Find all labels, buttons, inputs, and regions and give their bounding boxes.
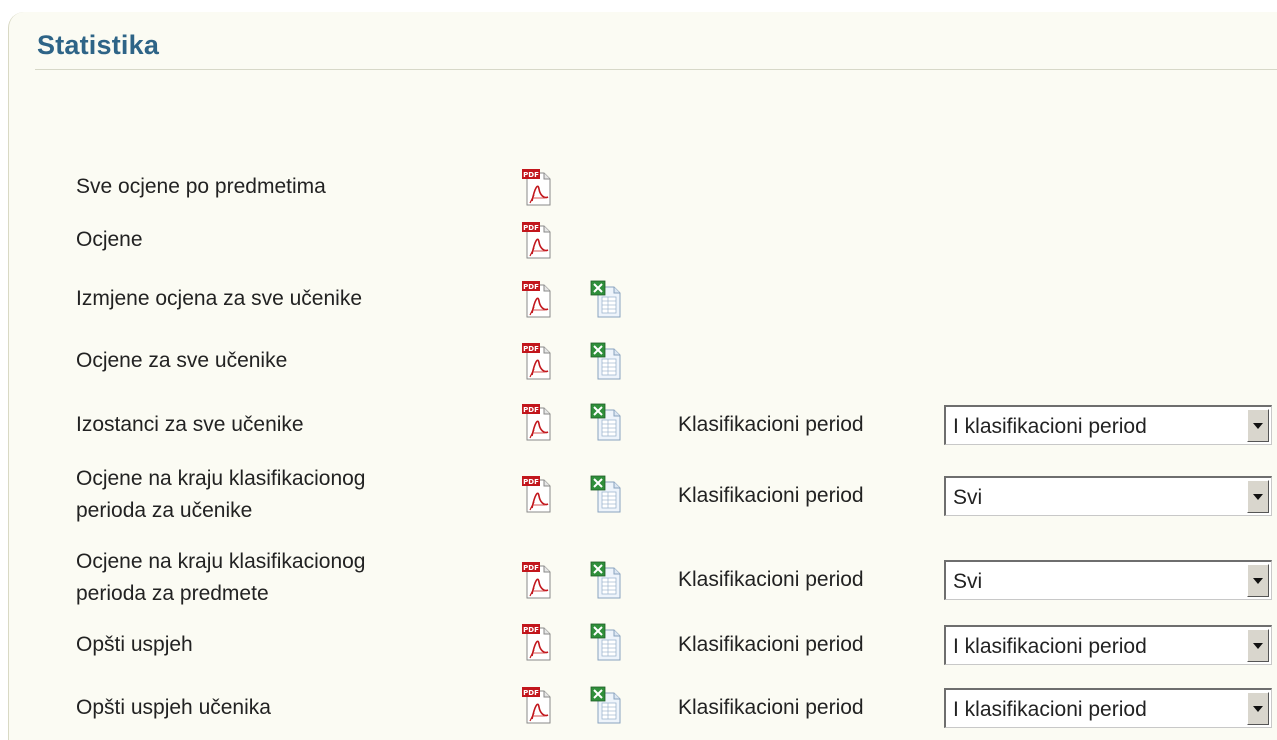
report-label-line: Ocjene na kraju klasifikacionog <box>76 467 366 490</box>
pdf-file-icon[interactable] <box>518 218 554 262</box>
period-select[interactable]: Svi <box>944 560 1272 600</box>
excel-file-icon[interactable] <box>587 277 623 321</box>
period-label: Klasifikacioni period <box>678 484 864 507</box>
excel-file-icon[interactable] <box>587 620 623 664</box>
period-select[interactable]: I klasifikacioni period <box>944 405 1272 445</box>
period-select-value: I klasifikacioni period <box>953 415 1147 438</box>
pdf-file-icon[interactable] <box>518 472 554 516</box>
report-label-line: Ocjene na kraju klasifikacionog <box>76 550 366 573</box>
pdf-file-icon[interactable] <box>518 400 554 444</box>
period-select[interactable]: Svi <box>944 476 1272 516</box>
period-select-value: I klasifikacioni period <box>953 635 1147 658</box>
chevron-down-icon[interactable] <box>1247 409 1269 442</box>
excel-file-icon[interactable] <box>587 400 623 444</box>
report-label: Opšti uspjeh <box>76 633 193 656</box>
report-label: Sve ocjene po predmetima <box>76 175 326 198</box>
period-select-value: I klasifikacioni period <box>953 698 1147 721</box>
period-select[interactable]: I klasifikacioni period <box>944 688 1272 728</box>
period-select-value: Svi <box>953 570 983 593</box>
title-divider <box>35 69 1277 70</box>
report-label-line: perioda za učenike <box>76 499 253 522</box>
period-label: Klasifikacioni period <box>678 413 864 436</box>
chevron-down-icon[interactable] <box>1247 692 1269 725</box>
pdf-file-icon[interactable] <box>518 620 554 664</box>
pdf-file-icon[interactable] <box>518 165 554 209</box>
report-label: Izmjene ocjena za sve učenike <box>76 287 362 310</box>
period-select-value: Svi <box>953 486 983 509</box>
report-label: Ocjene <box>76 228 143 251</box>
pdf-file-icon[interactable] <box>518 558 554 602</box>
report-label: Opšti uspjeh učenika <box>76 696 271 719</box>
period-label: Klasifikacioni period <box>678 568 864 591</box>
excel-file-icon[interactable] <box>587 472 623 516</box>
pdf-file-icon[interactable] <box>518 339 554 383</box>
period-label: Klasifikacioni period <box>678 633 864 656</box>
report-label-line: perioda za predmete <box>76 582 269 605</box>
period-select[interactable]: I klasifikacioni period <box>944 625 1272 665</box>
pdf-file-icon[interactable] <box>518 683 554 727</box>
page-title: Statistika <box>37 30 160 60</box>
statistics-panel: Statistika Sve ocjene po predmetima Ocje… <box>8 12 1277 740</box>
excel-file-icon[interactable] <box>587 683 623 727</box>
chevron-down-icon[interactable] <box>1247 480 1269 513</box>
chevron-down-icon[interactable] <box>1247 564 1269 597</box>
report-label: Izostanci za sve učenike <box>76 413 304 436</box>
excel-file-icon[interactable] <box>587 558 623 602</box>
excel-file-icon[interactable] <box>587 339 623 383</box>
period-label: Klasifikacioni period <box>678 696 864 719</box>
report-label: Ocjene za sve učenike <box>76 349 288 372</box>
pdf-file-icon[interactable] <box>518 277 554 321</box>
chevron-down-icon[interactable] <box>1247 629 1269 662</box>
